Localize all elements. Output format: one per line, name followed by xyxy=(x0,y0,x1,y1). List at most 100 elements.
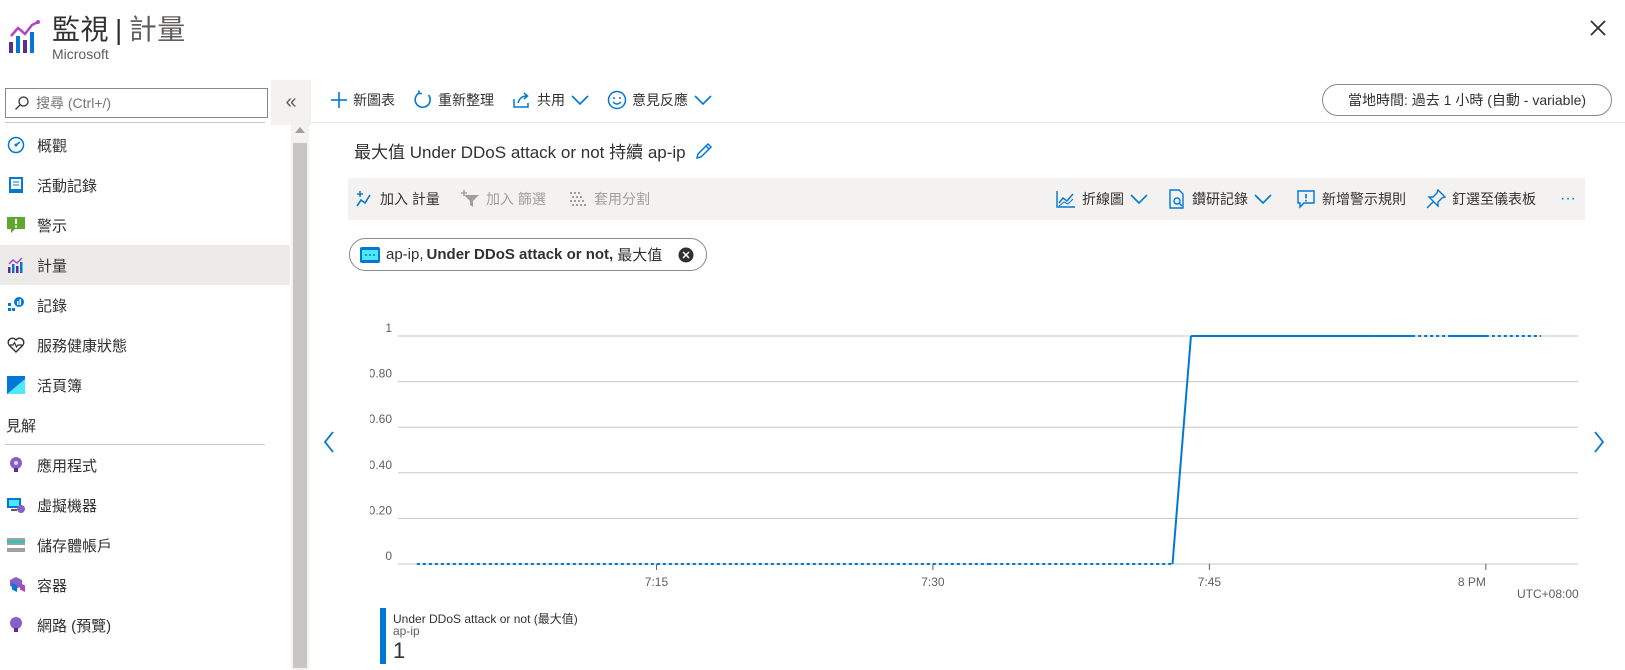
pin-icon xyxy=(1426,189,1446,209)
chevron-down-icon xyxy=(1130,194,1148,204)
new-chart-button[interactable]: 新圖表 xyxy=(330,90,395,110)
drill-logs-label: 鑽研記錄 xyxy=(1192,191,1248,207)
drill-into-logs-button[interactable]: 鑽研記錄 xyxy=(1168,178,1272,220)
share-button[interactable]: 共用 xyxy=(512,90,589,110)
logs-icon xyxy=(6,295,26,315)
sidebar-item-service-health[interactable]: 服務健康狀態 xyxy=(0,325,290,365)
pin-label: 釘選至儀表板 xyxy=(1452,191,1536,207)
double-chevron-left-icon: « xyxy=(285,91,297,113)
line-chart-button[interactable]: 折線圖 xyxy=(1056,178,1148,220)
add-metric-button[interactable]: 加入 計量 xyxy=(356,178,440,220)
sidebar-item-logs[interactable]: 記錄 xyxy=(0,285,290,325)
apply-splitting-label: 套用分割 xyxy=(594,191,650,207)
sidebar-item-label: 計量 xyxy=(37,257,68,275)
pill-aggregation: 最大值 xyxy=(617,247,663,264)
containers-icon xyxy=(6,575,26,595)
scrollbar-thumb[interactable] xyxy=(293,143,307,668)
filter-icon xyxy=(461,190,479,207)
new-chart-label: 新圖表 xyxy=(353,92,395,108)
sidebar-item-virtual-machines[interactable]: 虛擬機器 xyxy=(0,485,290,525)
alerts-icon xyxy=(6,215,26,235)
more-options-button[interactable]: ··· xyxy=(1560,178,1576,220)
org-name: Microsoft xyxy=(52,46,109,62)
collapse-sidebar-button[interactable]: « xyxy=(271,80,311,125)
new-alert-label: 新增警示規則 xyxy=(1322,191,1406,207)
chevron-left-icon xyxy=(323,431,334,453)
series-line-segment xyxy=(1171,335,1192,565)
sidebar-item-activity-log[interactable]: 活動記錄 xyxy=(0,165,290,205)
add-filter-label: 加入 篩選 xyxy=(486,191,546,207)
y-tick-label: 1 xyxy=(385,321,392,335)
sidebar-scrollbar[interactable] xyxy=(291,125,309,670)
share-label: 共用 xyxy=(537,92,565,108)
legend-value: 1 xyxy=(393,638,406,663)
service-health-icon xyxy=(6,335,26,355)
sidebar-item-label: 網路 (預覽) xyxy=(37,617,112,635)
insights-section-header: 見解 xyxy=(6,417,37,435)
metric-pill[interactable]: ap-ip, Under DDoS attack or not, 最大值 xyxy=(349,238,708,271)
time-range-picker[interactable]: 當地時間: 過去 1 小時 (自動 - variable) xyxy=(1322,84,1612,116)
public-ip-icon xyxy=(360,246,380,263)
sidebar-item-applications[interactable]: 應用程式 xyxy=(0,445,290,485)
sidebar-item-alerts[interactable]: 警示 xyxy=(0,205,290,245)
nav-list: 概觀 活動記錄 警示 計量 記錄 服務健康狀態 活頁簿 見解 應用程式 虛擬機器… xyxy=(0,125,290,645)
close-icon[interactable] xyxy=(1586,16,1610,40)
workbooks-icon xyxy=(6,375,26,395)
add-metric-label: 加入 計量 xyxy=(380,191,440,207)
line-chart-icon xyxy=(1056,191,1075,208)
chart-toolbar: 加入 計量 加入 篩選 套用分割 折線圖 鑽研記錄 新增警示規則 釘選至儀表板 … xyxy=(348,178,1585,220)
y-tick-label: 0 xyxy=(385,549,392,563)
sidebar-item-workbooks[interactable]: 活頁簿 xyxy=(0,365,290,405)
edit-pencil-icon[interactable] xyxy=(694,141,714,161)
search-box[interactable] xyxy=(5,88,268,118)
page-title: 監視 | 計量 xyxy=(52,8,186,48)
apply-splitting-button[interactable]: 套用分割 xyxy=(568,178,650,220)
divider xyxy=(310,122,1625,123)
search-icon xyxy=(15,96,29,110)
applications-icon xyxy=(6,455,26,475)
chart-svg: 0 0.20 0.40 0.60 0.80 1 7:15 7:30 7:45 8 PM xyxy=(369,321,1578,589)
search-input[interactable] xyxy=(36,95,256,111)
remove-circle-icon[interactable] xyxy=(678,247,694,263)
title-main: 監視 xyxy=(52,14,110,45)
pill-resource: ap-ip, xyxy=(386,246,424,263)
divider xyxy=(5,122,265,123)
x-tick-label: 8 PM xyxy=(1458,575,1486,589)
previous-time-button[interactable] xyxy=(317,422,341,462)
y-tick-label: 0.20 xyxy=(370,503,392,517)
sidebar-item-networks[interactable]: 網路 (預覽) xyxy=(0,605,290,645)
chart-legend[interactable]: Under DDoS attack or not (最大值) ap-ip 1 xyxy=(380,608,740,664)
virtual-machines-icon xyxy=(6,495,26,515)
storage-accounts-icon xyxy=(6,535,26,555)
metrics-logo-icon xyxy=(9,20,40,53)
plus-icon xyxy=(331,92,347,108)
sidebar-item-overview[interactable]: 概觀 xyxy=(0,125,290,165)
chevron-down-icon xyxy=(571,95,589,105)
sidebar-item-label: 虛擬機器 xyxy=(37,497,98,515)
chart-title: 最大值 Under DDoS attack or not 持續 ap-ip xyxy=(354,138,714,163)
add-filter-button[interactable]: 加入 篩選 xyxy=(460,178,546,220)
x-tick-label: 7:15 xyxy=(645,575,669,589)
y-tick-label: 0.80 xyxy=(370,367,392,381)
add-metric-icon xyxy=(356,191,371,207)
sidebar-item-containers[interactable]: 容器 xyxy=(0,565,290,605)
sidebar-item-label: 概觀 xyxy=(37,137,68,155)
legend-metric-name: Under DDoS attack or not (最大值) xyxy=(393,612,578,626)
sidebar-item-label: 警示 xyxy=(37,217,68,235)
sidebar-item-metrics[interactable]: 計量 xyxy=(0,245,290,285)
new-alert-icon xyxy=(1297,190,1315,209)
sidebar-item-label: 記錄 xyxy=(37,297,68,315)
refresh-label: 重新整理 xyxy=(438,92,494,108)
chart-title-text: 最大值 Under DDoS attack or not 持續 ap-ip xyxy=(354,143,686,162)
splitting-icon xyxy=(570,192,586,206)
timezone-label: UTC+08:00 xyxy=(1517,587,1579,601)
sidebar-item-storage-accounts[interactable]: 儲存體帳戶 xyxy=(0,525,290,565)
scroll-up-arrow-icon[interactable] xyxy=(295,127,305,133)
sidebar-item-label: 活動記錄 xyxy=(37,177,98,195)
pin-to-dashboard-button[interactable]: 釘選至儀表板 xyxy=(1426,178,1536,220)
new-alert-rule-button[interactable]: 新增警示規則 xyxy=(1296,178,1406,220)
next-time-button[interactable] xyxy=(1587,422,1611,462)
feedback-button[interactable]: 意見反應 xyxy=(607,90,712,110)
refresh-button[interactable]: 重新整理 xyxy=(413,90,494,110)
chevron-right-icon xyxy=(1594,431,1605,453)
